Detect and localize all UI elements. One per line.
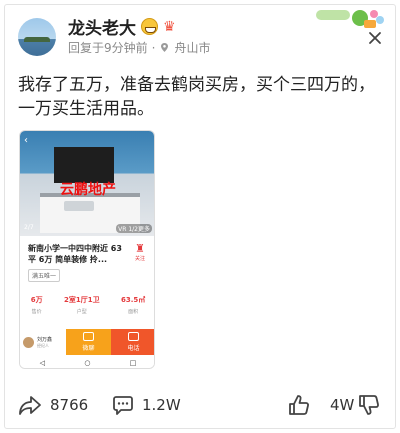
agent-avatar [23, 336, 34, 348]
sink-image [64, 201, 94, 211]
agent-subtitle: 经纪人 [37, 342, 49, 348]
stat-area: 63.5㎡ 面积 [121, 295, 145, 315]
thumbs-down-icon [359, 395, 379, 415]
phone-icon [128, 332, 139, 341]
like-count: 4W [330, 396, 355, 414]
thumbs-up-icon [289, 395, 309, 415]
back-arrow-icon: ‹ [24, 135, 28, 146]
nav-back-icon: ◁ [39, 358, 46, 367]
favorite-label: 关注 [134, 256, 145, 262]
agent-name: 刘万鑫 [37, 336, 53, 343]
chat-label: 微聊 [82, 345, 95, 352]
comment-count: 1.2W [142, 396, 181, 414]
nav-home-icon: ○ [84, 358, 91, 367]
stat-layout: 2室1厅1卫 户型 [64, 295, 100, 315]
stat-value: 6万 [30, 296, 43, 304]
close-icon[interactable] [368, 30, 382, 44]
stat-label: 户型 [76, 309, 87, 315]
chat-icon [83, 332, 94, 341]
agent-info: 刘万鑫 经纪人 [20, 329, 66, 355]
grin-emoji-icon [141, 18, 158, 35]
photo-page-indicator: 2/7 [24, 224, 34, 231]
call-button: 电话 [111, 329, 154, 355]
dislike-button[interactable] [358, 394, 380, 416]
attached-screenshot[interactable]: 云鹏地产 ‹ 2/7 VR 1/2更多 新南小学一中四中附近 63平 6万 简单… [19, 130, 155, 369]
decoration-badge-icon [314, 6, 386, 30]
listing-title: 新南小学一中四中附近 63平 6万 简单装修 拎... [28, 244, 122, 264]
stat-label: 售价 [31, 309, 42, 315]
post-body: 我存了五万，准备去鹤岗买房，买个三四万的，一万买生活用品。 [18, 75, 375, 119]
nav-recent-icon: □ [129, 358, 137, 367]
share-icon [19, 396, 41, 415]
android-nav-bar: ◁ ○ □ [20, 355, 154, 368]
author-name[interactable]: 龙头老大 [68, 14, 136, 39]
stat-value: 63.5㎡ [121, 296, 146, 304]
action-bar: 8766 1.2W 4W [18, 394, 382, 422]
author-row: 龙头老大 ♛ [68, 14, 179, 39]
stat-value: 2室1厅1卫 [63, 296, 100, 304]
comment-button[interactable]: 1.2W [112, 394, 181, 416]
favorite-button: ♜ 关注 [132, 242, 148, 263]
post-meta: 回复于9分钟前 · 舟山市 [68, 39, 210, 56]
listing-tag: 满五唯一 [28, 269, 61, 282]
post-time: 回复于9分钟前 [68, 41, 148, 55]
meta-separator: · [151, 40, 156, 55]
comment-icon [113, 396, 133, 415]
avatar[interactable] [18, 18, 56, 56]
vr-indicator: VR 1/2更多 [116, 224, 152, 233]
chat-button: 微聊 [66, 329, 111, 355]
post-location: 舟山市 [174, 41, 211, 55]
call-label: 电话 [127, 345, 140, 352]
crown-emoji-icon: ♛ [163, 18, 176, 35]
location-pin-icon [159, 42, 170, 53]
share-button[interactable]: 8766 [18, 394, 88, 416]
listing-bottom-bar: 刘万鑫 经纪人 微聊 电话 [20, 329, 154, 355]
watermark: 云鹏地产 [60, 182, 116, 198]
share-count: 8766 [50, 396, 89, 414]
like-button[interactable]: 4W [288, 394, 354, 416]
listing-photo: 云鹏地产 ‹ 2/7 VR 1/2更多 [20, 131, 154, 236]
stat-price: 6万 售价 [31, 295, 43, 315]
listing-stats: 6万 售价 2室1厅1卫 户型 63.5㎡ 面积 [20, 295, 154, 315]
stat-label: 面积 [128, 309, 139, 315]
range-hood-image [54, 147, 114, 183]
favorite-icon: ♜ [135, 242, 145, 255]
